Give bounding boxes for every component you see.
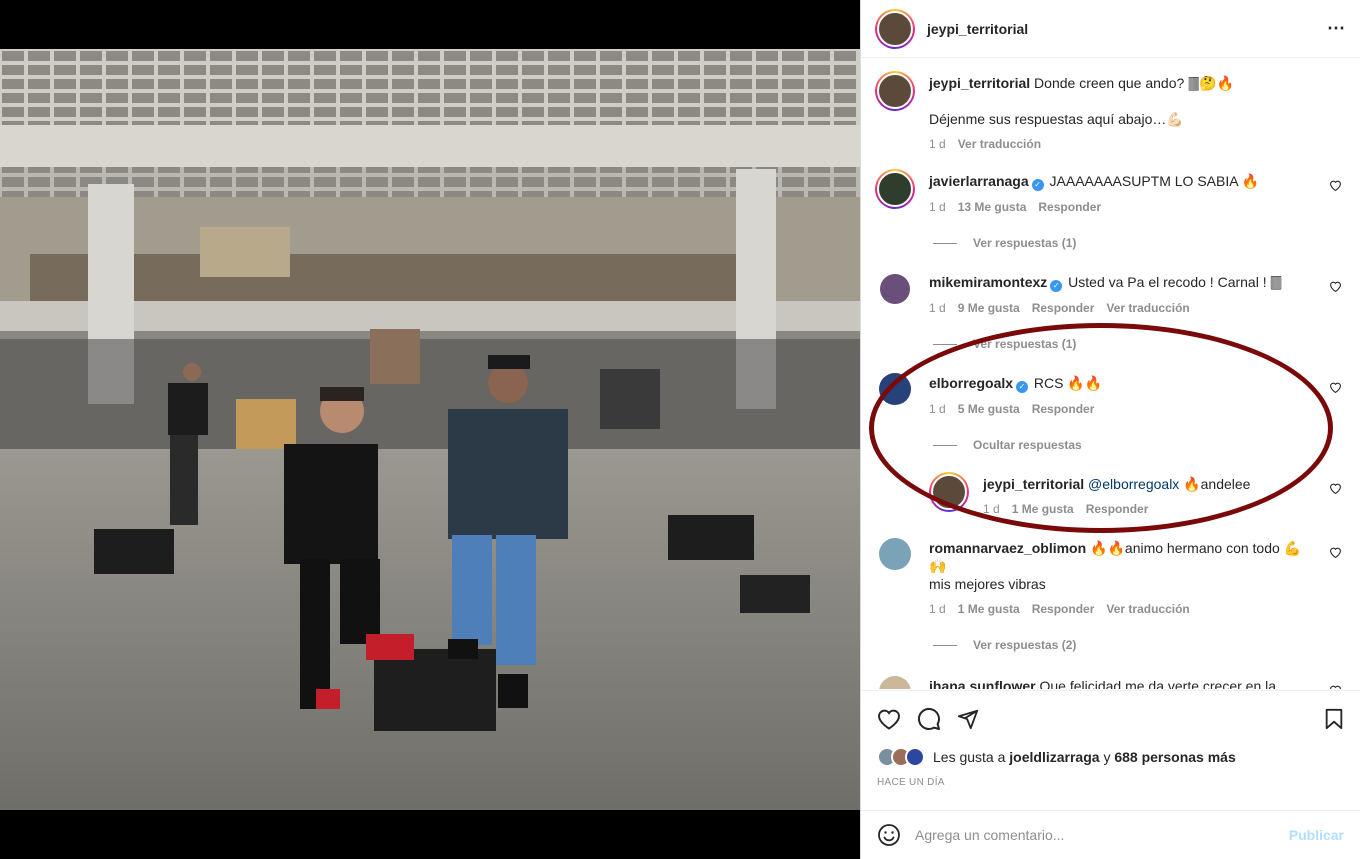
- comment-time: 1 d: [929, 301, 946, 315]
- view-replies-label[interactable]: Ver respuestas (1): [973, 236, 1076, 250]
- comments-list[interactable]: jeypi_territorial Donde creen que ando? …: [861, 59, 1360, 689]
- comment-icon[interactable]: [917, 707, 941, 731]
- likes-count[interactable]: 688 personas más: [1114, 749, 1235, 765]
- reply-time: 1 d: [983, 502, 1000, 516]
- comment-item: elborregoalx ✓ RCS 🔥🔥 1 d 5 Me gusta Resp…: [875, 371, 1342, 418]
- comment-item: ihana.sunflower Que felicidad me da vert…: [875, 674, 1342, 689]
- reply-button[interactable]: Responder: [1032, 400, 1095, 418]
- reply-button[interactable]: Responder: [1032, 299, 1095, 317]
- caption-translate-link[interactable]: Ver traducción: [958, 135, 1041, 153]
- view-replies-label[interactable]: Ver respuestas (2): [973, 638, 1076, 652]
- hide-replies-label[interactable]: Ocultar respuestas: [973, 438, 1082, 452]
- comment-time: 1 d: [929, 402, 946, 416]
- save-icon[interactable]: [1324, 708, 1344, 730]
- view-replies-label[interactable]: Ver respuestas (1): [973, 337, 1076, 351]
- caption-text: Donde creen que ando? 🀫🤔🔥: [1034, 75, 1235, 91]
- comment-avatar[interactable]: [879, 538, 911, 570]
- comment-item: javierlarranaga ✓ JAAAAAAASUPTM LO SABIA …: [875, 169, 1342, 216]
- likes-and: y: [1103, 749, 1111, 765]
- like-icon[interactable]: [877, 708, 901, 730]
- emoji-icon[interactable]: [877, 823, 901, 847]
- view-replies-link[interactable]: Ver respuestas (1): [933, 337, 1342, 351]
- reply-button[interactable]: Responder: [1086, 500, 1149, 518]
- comment-likes[interactable]: 1 Me gusta: [958, 600, 1020, 618]
- post-timestamp: Hace un día: [877, 777, 945, 788]
- more-options-icon[interactable]: ⋯: [1327, 18, 1346, 39]
- post-sidebar: jeypi_territorial ⋯ jeypi_territorial Do…: [860, 0, 1360, 859]
- reply-username[interactable]: jeypi_territorial: [983, 476, 1084, 492]
- comment-time: 1 d: [929, 602, 946, 616]
- reply-mention[interactable]: @elborregoalx: [1088, 476, 1179, 492]
- caption-username[interactable]: jeypi_territorial: [929, 75, 1030, 91]
- view-replies-link[interactable]: Ver respuestas (2): [933, 638, 1342, 652]
- comment-username[interactable]: ihana.sunflower: [929, 678, 1036, 689]
- comment-text: RCS 🔥🔥: [1033, 375, 1103, 391]
- post-photo[interactable]: [0, 49, 860, 810]
- like-comment-icon[interactable]: [1329, 546, 1342, 558]
- comment-username[interactable]: javierlarranaga: [929, 173, 1029, 189]
- verified-badge-icon: ✓: [1050, 280, 1063, 292]
- hide-replies-link[interactable]: Ocultar respuestas: [933, 438, 1342, 452]
- comment-avatar[interactable]: [880, 274, 910, 304]
- reply-text: 🔥andelee: [1183, 476, 1251, 492]
- liker-avatars[interactable]: [877, 747, 925, 767]
- caption: jeypi_territorial Donde creen que ando? …: [875, 71, 1342, 153]
- translate-link[interactable]: Ver traducción: [1106, 600, 1189, 618]
- author-avatar[interactable]: [875, 8, 915, 49]
- comment-username[interactable]: elborregoalx: [929, 375, 1013, 391]
- comment-likes[interactable]: 9 Me gusta: [958, 299, 1020, 317]
- caption-text-2: Déjenme sus respuestas aquí abajo…💪🏻: [929, 111, 1184, 127]
- publish-button[interactable]: Publicar: [1289, 827, 1344, 843]
- likes-summary: Les gusta a joeldlizarraga y 688 persona…: [877, 747, 1344, 767]
- comment-likes[interactable]: 5 Me gusta: [958, 400, 1020, 418]
- verified-badge-icon: ✓: [1016, 381, 1029, 393]
- reply-button[interactable]: Responder: [1038, 198, 1101, 216]
- reply-item: jeypi_territorial @elborregoalx 🔥andelee…: [875, 472, 1342, 518]
- comment-username[interactable]: mikemiramontexz: [929, 274, 1047, 290]
- comment-item: mikemiramontexz ✓ Usted va Pa el recodo !…: [875, 270, 1342, 317]
- like-comment-icon[interactable]: [1329, 179, 1342, 191]
- like-comment-icon[interactable]: [1329, 684, 1342, 689]
- caption-avatar[interactable]: [875, 71, 915, 111]
- comment-avatar[interactable]: [879, 676, 911, 689]
- comment-text: JAAAAAAASUPTM LO SABIA 🔥: [1049, 173, 1260, 189]
- comment-text: Que felicidad me da verte crecer en la: [1039, 678, 1277, 689]
- like-comment-icon[interactable]: [1329, 280, 1342, 292]
- comment-time: 1 d: [929, 200, 946, 214]
- comment-username[interactable]: romannarvaez_oblimon: [929, 540, 1086, 556]
- comment-avatar[interactable]: [879, 373, 911, 405]
- reply-likes[interactable]: 1 Me gusta: [1012, 500, 1074, 518]
- like-reply-icon[interactable]: [1329, 482, 1342, 494]
- like-comment-icon[interactable]: [1329, 381, 1342, 393]
- liker-username[interactable]: joeldlizarraga: [1009, 749, 1099, 765]
- author-username[interactable]: jeypi_territorial: [927, 21, 1028, 37]
- comment-likes[interactable]: 13 Me gusta: [958, 198, 1027, 216]
- verified-badge-icon: ✓: [1031, 179, 1044, 191]
- caption-time: 1 d: [929, 137, 946, 151]
- comment-text-2: mis mejores vibras: [929, 576, 1046, 592]
- view-replies-link[interactable]: Ver respuestas (1): [933, 236, 1342, 250]
- reply-button[interactable]: Responder: [1032, 600, 1095, 618]
- comment-avatar[interactable]: [875, 169, 915, 209]
- photo-illustration: [0, 49, 860, 810]
- comment-item: romannarvaez_oblimon 🔥🔥animo hermano con…: [875, 536, 1342, 618]
- photo-panel: [0, 0, 860, 859]
- likes-prefix: Les gusta a: [933, 749, 1006, 765]
- comment-composer: Publicar: [861, 810, 1360, 859]
- post-header: jeypi_territorial ⋯: [861, 0, 1360, 58]
- translate-link[interactable]: Ver traducción: [1106, 299, 1189, 317]
- share-icon[interactable]: [957, 708, 979, 730]
- comment-input[interactable]: [915, 827, 1289, 843]
- comment-text: Usted va Pa el recodo ! Carnal ! 🀫: [1068, 274, 1282, 290]
- post-actions: Les gusta a joeldlizarraga y 688 persona…: [861, 690, 1360, 788]
- reply-avatar[interactable]: [929, 472, 969, 512]
